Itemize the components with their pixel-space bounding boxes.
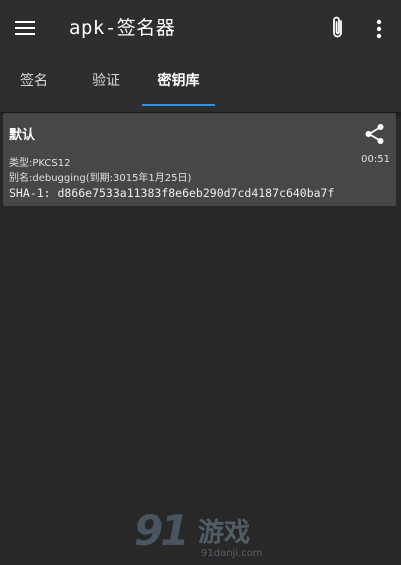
tab-indicator — [142, 104, 215, 106]
app-bar: apk-签名器 签名 验证 密钥库 — [0, 0, 401, 112]
share-icon[interactable] — [363, 122, 387, 146]
tab-bar: 签名 验证 密钥库 — [0, 56, 401, 106]
watermark-text: 游戏 — [198, 518, 251, 548]
paperclip-icon[interactable] — [326, 15, 350, 41]
keystore-name: 默认 — [9, 128, 36, 143]
keystore-sha1: SHA-1: d866e7533a11383f8e6eb290d7cd4187c… — [9, 186, 335, 200]
tab-sign[interactable]: 签名 — [0, 56, 68, 106]
keystore-card[interactable]: 默认 类型:PKCS12 00:51 别名:debugging(到期:3015年… — [3, 113, 396, 206]
keystore-time: 00:51 — [361, 154, 390, 165]
keystore-type: 类型:PKCS12 — [9, 158, 71, 169]
watermark: 91 游戏 91danji.com — [132, 506, 272, 564]
keystore-alias: 别名:debugging(到期:3015年1月25日) — [9, 173, 192, 184]
menu-icon[interactable] — [14, 17, 38, 39]
app-title: apk-签名器 — [69, 17, 176, 39]
tab-verify[interactable]: 验证 — [72, 56, 140, 106]
watermark-url: 91danji.com — [201, 548, 263, 559]
tab-keystore[interactable]: 密钥库 — [142, 56, 215, 106]
more-vertical-icon[interactable] — [369, 16, 389, 42]
watermark-logo: 91 — [134, 506, 189, 555]
